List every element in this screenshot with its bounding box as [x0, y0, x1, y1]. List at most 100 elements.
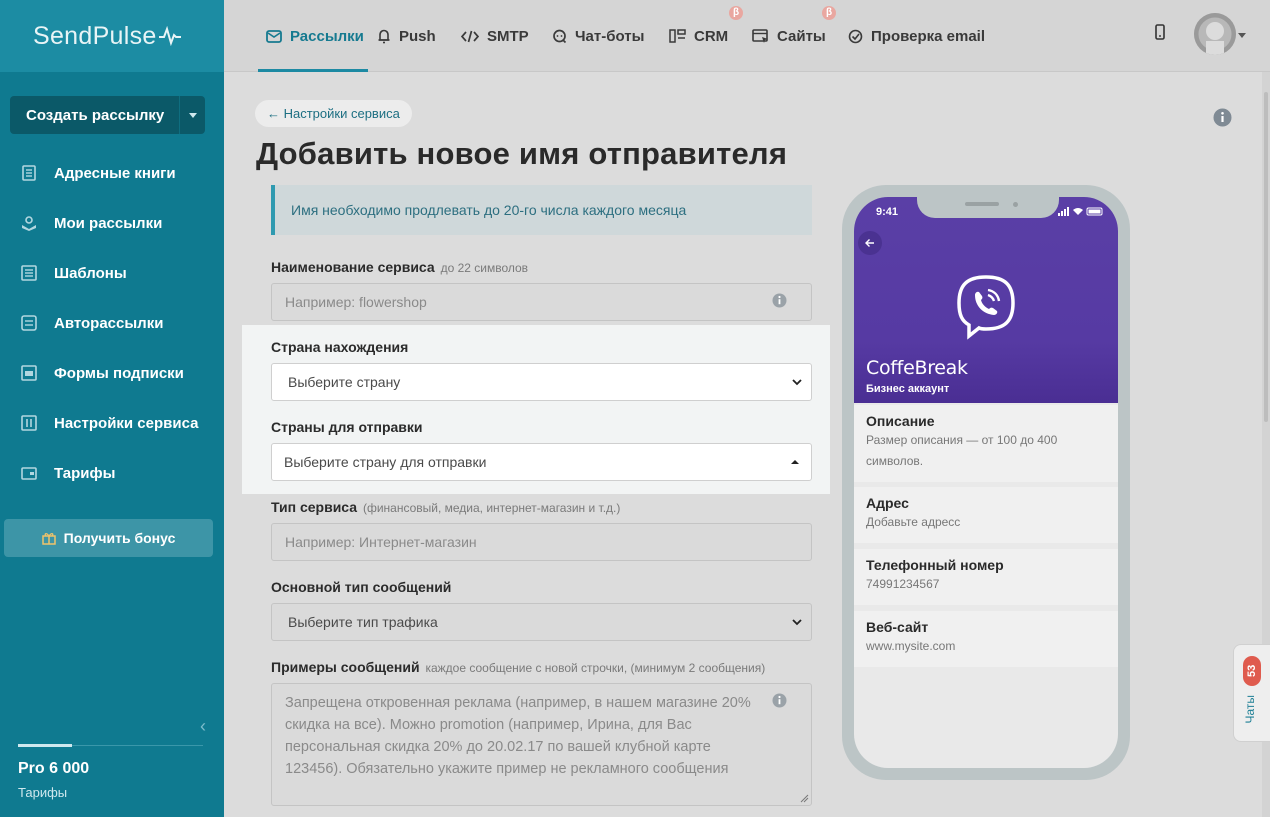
templates-icon — [20, 264, 38, 282]
get-bonus-button[interactable]: Получить бонус — [4, 519, 213, 557]
account-dropdown-icon[interactable] — [1238, 33, 1246, 38]
card-text: www.mysite.com — [866, 639, 956, 653]
sidebar-item-forms[interactable]: Формы подписки — [0, 348, 224, 398]
country-select[interactable]: Выберите страну — [271, 363, 812, 401]
gift-icon — [41, 533, 56, 545]
service-name-placeholder: Например: flowershop — [285, 294, 427, 310]
get-bonus-label: Получить бонус — [63, 530, 176, 546]
viber-preview-phone: 9:41 CoffeBreak Бизнес аккаунт Описание … — [842, 185, 1130, 780]
card-title: Адрес — [866, 495, 909, 511]
tab-label: Проверка email — [871, 27, 986, 45]
sidebar-item-templates[interactable]: Шаблоны — [0, 248, 224, 298]
resize-grip-icon[interactable] — [800, 794, 809, 803]
caret-down-icon — [188, 112, 197, 118]
pulse-icon — [158, 26, 181, 46]
card-text: Размер описания — от 100 до 400 символов… — [866, 433, 1058, 468]
sidebar-item-label: Формы подписки — [54, 364, 184, 382]
crm-icon — [669, 29, 686, 43]
plan-link[interactable]: Тарифы — [18, 785, 67, 800]
description-card: Описание Размер описания — от 100 до 400… — [854, 405, 1118, 482]
info-icon[interactable] — [772, 293, 787, 308]
service-type-input[interactable]: Например: Интернет-магазин — [271, 523, 812, 561]
scrollbar-thumb[interactable] — [1264, 92, 1268, 422]
service-type-label: Тип сервиса (финансовый, медиа, интернет… — [271, 499, 620, 515]
phone-screen: 9:41 CoffeBreak Бизнес аккаунт Описание … — [854, 197, 1118, 768]
message-type-select[interactable]: Выберите тип трафика — [271, 603, 812, 641]
collapse-sidebar-icon[interactable]: ‹ — [200, 716, 206, 737]
tab-email-verification[interactable]: Проверка email — [848, 0, 985, 72]
service-name-label: Наименование сервиса до 22 символов — [271, 259, 528, 275]
sidebar-item-label: Авторассылки — [54, 314, 164, 332]
create-campaign-dropdown[interactable] — [179, 96, 205, 134]
plan-usage-bar — [18, 744, 72, 747]
forms-icon — [20, 364, 38, 382]
page-title: Добавить новое имя отправителя — [256, 136, 788, 171]
tab-label: SMTP — [487, 27, 529, 45]
address-card: Адрес Добавьте адресс — [854, 487, 1118, 543]
sidebar-item-pricing[interactable]: Тарифы — [0, 448, 224, 498]
chat-widget-label: Чаты — [1243, 695, 1257, 724]
campaigns-icon — [20, 214, 38, 232]
back-arrow-icon[interactable] — [858, 231, 882, 255]
sidebar-item-settings[interactable]: Настройки сервиса — [0, 398, 224, 448]
examples-label: Примеры сообщений каждое сообщение с нов… — [271, 659, 765, 675]
sidebar-item-label: Тарифы — [54, 464, 116, 482]
tab-label: Рассылки — [290, 27, 364, 45]
bell-icon — [377, 29, 391, 44]
chat-count-badge: 53 — [1243, 656, 1261, 686]
tab-push[interactable]: Push — [377, 0, 436, 72]
card-title: Телефонный номер — [866, 557, 1004, 573]
tab-label: CRM — [694, 27, 729, 45]
mobile-icon[interactable] — [1154, 24, 1166, 40]
sidebar-item-campaigns[interactable]: Мои рассылки — [0, 198, 224, 248]
send-countries-label: Страны для отправки — [271, 419, 423, 435]
top-navigation: Рассылки Push SMTP Чат-боты CRM β Сайты … — [224, 0, 1270, 72]
beta-badge: β — [822, 6, 836, 20]
send-countries-select-value: Выберите страну для отправки — [284, 454, 487, 470]
logo[interactable]: SendPulse — [0, 0, 224, 72]
viber-logo-icon — [957, 275, 1015, 340]
examples-textarea[interactable]: Запрещена откровенная реклама (например,… — [271, 683, 812, 806]
check-circle-icon — [848, 29, 863, 44]
chat-widget[interactable]: 53 Чаты — [1233, 644, 1270, 742]
info-icon[interactable] — [772, 693, 787, 708]
avatar[interactable] — [1194, 13, 1236, 55]
settings-icon — [20, 414, 38, 432]
status-time: 9:41 — [876, 206, 899, 218]
tab-label: Push — [399, 27, 436, 45]
send-countries-select[interactable]: Выберите страну для отправки — [271, 443, 812, 481]
sites-icon — [752, 28, 769, 44]
create-campaign-label: Создать рассылку — [26, 106, 165, 124]
sidebar-nav: Адресные книги Мои рассылки Шаблоны Авто… — [0, 148, 224, 498]
card-text: 74991234567 — [866, 577, 940, 591]
automation-icon — [20, 314, 38, 332]
country-label: Страна нахождения — [271, 339, 409, 355]
service-name-input[interactable]: Например: flowershop — [271, 283, 812, 321]
tab-chatbots[interactable]: Чат-боты — [552, 0, 644, 72]
chevron-down-icon — [792, 379, 802, 386]
card-title: Веб-сайт — [866, 619, 929, 635]
sidebar-item-label: Мои рассылки — [54, 214, 163, 232]
sidebar-item-address-books[interactable]: Адресные книги — [0, 148, 224, 198]
tab-smtp[interactable]: SMTP — [461, 0, 529, 72]
sidebar-item-label: Шаблоны — [54, 264, 127, 282]
back-to-settings-link[interactable]: ← Настройки сервиса — [255, 100, 412, 127]
business-name: CoffeBreak — [866, 357, 968, 379]
mail-icon — [266, 29, 282, 43]
create-campaign-button[interactable]: Создать рассылку — [10, 96, 205, 134]
user-icon — [1194, 13, 1236, 55]
logo-text: SendPulse — [33, 21, 157, 50]
info-icon[interactable] — [1213, 108, 1232, 127]
alert-text: Имя необходимо продлевать до 20-го числа… — [291, 202, 687, 218]
pricing-icon — [20, 464, 38, 482]
business-subtitle: Бизнес аккаунт — [866, 383, 950, 395]
renewal-alert: Имя необходимо продлевать до 20-го числа… — [271, 185, 812, 235]
sidebar-item-automation[interactable]: Авторассылки — [0, 298, 224, 348]
tab-campaigns[interactable]: Рассылки — [258, 0, 368, 72]
tab-crm[interactable]: CRM β — [669, 0, 743, 72]
service-name-label-text: Наименование сервиса — [271, 259, 435, 275]
tab-sites[interactable]: Сайты β — [752, 0, 836, 72]
chatbot-icon — [552, 29, 567, 44]
plan-name: Pro 6 000 — [18, 760, 90, 777]
viber-profile-header: 9:41 CoffeBreak Бизнес аккаунт — [854, 197, 1118, 403]
